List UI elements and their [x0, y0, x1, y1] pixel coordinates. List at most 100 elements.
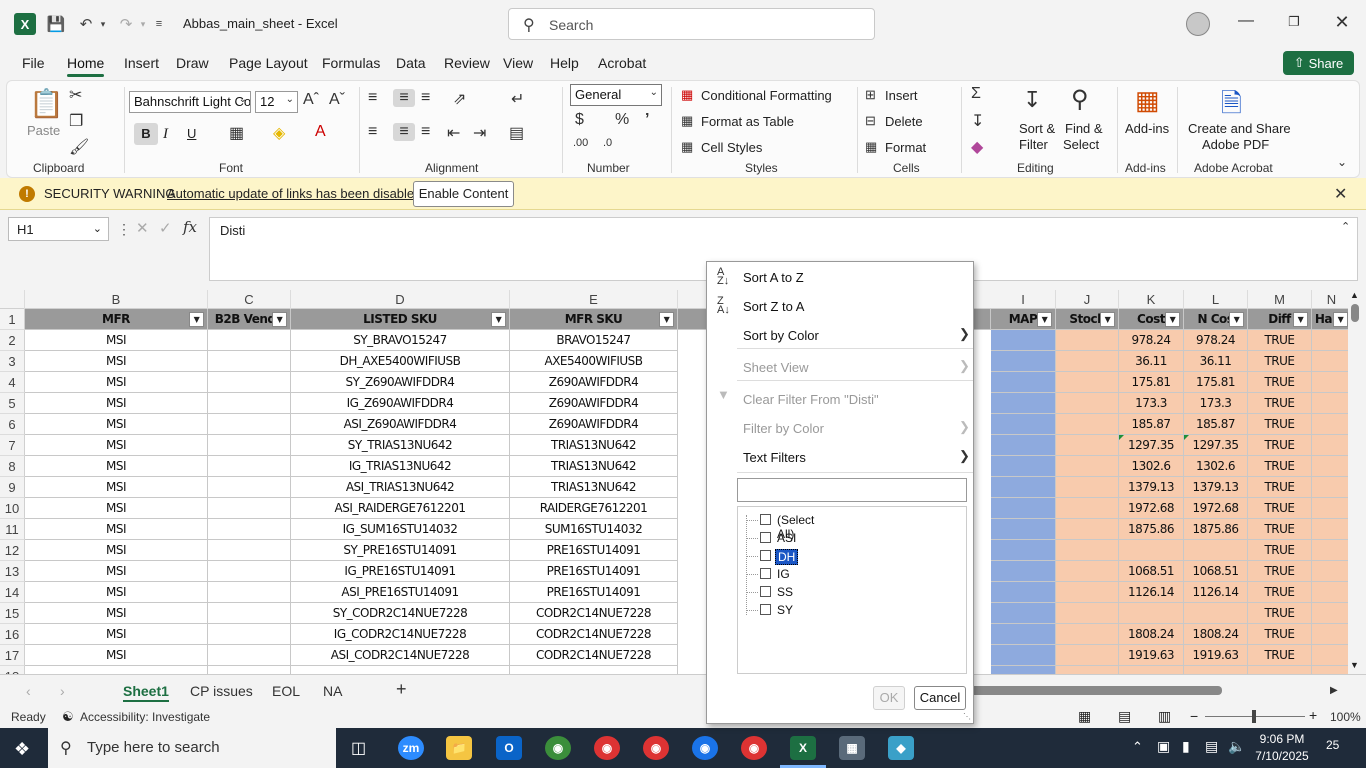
cell-c[interactable] [208, 645, 291, 666]
cell-l[interactable]: 175.81 [1184, 372, 1248, 393]
conditional-formatting-icon[interactable]: ▦ [681, 87, 693, 103]
cell-j[interactable] [1056, 519, 1119, 540]
row-header[interactable]: 13 [0, 561, 25, 582]
taskbar-search-input[interactable]: ⚲ Type here to search [48, 728, 336, 768]
zoom-level[interactable]: 100% [1330, 710, 1361, 724]
row-header[interactable]: 2 [0, 330, 25, 351]
restore-button[interactable]: ❐ [1279, 14, 1309, 38]
cell-k[interactable]: 1379.13 [1119, 477, 1184, 498]
cell-d[interactable]: ASI_TRIAS13NU642 [291, 477, 510, 498]
paste-icon[interactable]: 📋 [29, 87, 64, 120]
align-bottom-icon[interactable]: ≡ [421, 89, 430, 107]
filter-dropdown-icon[interactable]: ▼ [1229, 312, 1244, 327]
cell-k[interactable]: 1297.35 [1119, 435, 1184, 456]
scroll-right-icon[interactable]: ▶ [1330, 685, 1338, 696]
merge-center-icon[interactable]: ▤ [509, 123, 524, 143]
wrap-text-icon[interactable]: ↵ [511, 89, 524, 109]
cell-n[interactable] [1312, 603, 1352, 624]
cell-b[interactable]: MSI [25, 330, 208, 351]
share-button[interactable]: ⇧ Share [1283, 51, 1354, 75]
cell-m[interactable]: TRUE [1248, 624, 1312, 645]
cell-b[interactable]: MSI [25, 477, 208, 498]
cell-j[interactable] [1056, 498, 1119, 519]
cell-d[interactable]: ASI_PRE16STU14091 [291, 582, 510, 603]
delete-cells-icon[interactable]: ⊟ [865, 113, 876, 129]
row-header[interactable]: 11 [0, 519, 25, 540]
tab-data[interactable]: Data [396, 55, 426, 71]
cell-i[interactable] [991, 498, 1056, 519]
cell-e[interactable]: RAIDERGE7612201 [510, 498, 678, 519]
cell-j[interactable] [1056, 414, 1119, 435]
chevron-up-icon[interactable]: ⌃ [1132, 739, 1143, 755]
cell-n[interactable] [1312, 393, 1352, 414]
checkbox[interactable] [760, 604, 771, 615]
calculator-icon[interactable]: ▦ [839, 736, 865, 760]
cell-e[interactable] [510, 666, 678, 674]
column-header-l[interactable]: L [1184, 290, 1248, 309]
cell-e[interactable]: CODR2C14NUE7228 [510, 624, 678, 645]
cell-e[interactable]: TRIAS13NU642 [510, 435, 678, 456]
font-color-icon[interactable]: A [315, 123, 326, 141]
cell-n[interactable] [1312, 666, 1352, 674]
cell-m[interactable]: TRUE [1248, 393, 1312, 414]
column-header-n[interactable]: N [1312, 290, 1352, 309]
cell-l[interactable]: 173.3 [1184, 393, 1248, 414]
ok-button[interactable]: OK [873, 686, 905, 710]
filter-search-input[interactable] [737, 478, 967, 502]
cell-b[interactable]: MSI [25, 519, 208, 540]
search-input[interactable]: ⚲ Search [508, 8, 875, 40]
filter-dropdown-icon[interactable]: ▼ [272, 312, 287, 327]
cell-n[interactable] [1312, 645, 1352, 666]
find-select-label-2[interactable]: Select [1063, 137, 1099, 152]
cell-j[interactable] [1056, 393, 1119, 414]
decrease-decimal-icon[interactable]: .0 [603, 137, 612, 149]
cell-n[interactable] [1312, 414, 1352, 435]
checkbox[interactable] [760, 532, 771, 543]
excel-taskbar-icon[interactable]: X [790, 736, 816, 760]
header-cell-l[interactable]: N Cos ▼ [1184, 309, 1248, 330]
column-header-j[interactable]: J [1056, 290, 1119, 309]
cell-d[interactable]: IG_Z690AWIFDDR4 [291, 393, 510, 414]
format-painter-icon[interactable]: 🖌 [69, 137, 89, 157]
currency-icon[interactable]: $ [575, 111, 584, 129]
align-middle-icon[interactable]: ≡ [393, 89, 415, 107]
cell-j[interactable] [1056, 477, 1119, 498]
cell-e[interactable]: BRAVO15247 [510, 330, 678, 351]
decrease-font-icon[interactable]: Aˇ [329, 91, 345, 109]
row-header[interactable]: 4 [0, 372, 25, 393]
cell-c[interactable] [208, 603, 291, 624]
cell-k[interactable]: 1919.63 [1119, 645, 1184, 666]
row-header[interactable]: 9 [0, 477, 25, 498]
header-cell-e[interactable]: MFR SKU ▼ [510, 309, 678, 330]
checkbox[interactable] [760, 550, 771, 561]
cell-j[interactable] [1056, 582, 1119, 603]
align-center-icon[interactable]: ≡ [393, 123, 415, 141]
normal-view-icon[interactable]: ▦ [1078, 708, 1091, 725]
filter-dropdown-icon[interactable]: ▼ [659, 312, 674, 327]
column-header-e[interactable]: E [510, 290, 678, 309]
sort-filter-label-1[interactable]: Sort & [1019, 121, 1055, 136]
cell-j[interactable] [1056, 540, 1119, 561]
cut-icon[interactable]: ✂ [69, 85, 82, 105]
chrome-icon[interactable]: ◉ [545, 736, 571, 760]
cell-l[interactable] [1184, 603, 1248, 624]
cell-m[interactable]: TRUE [1248, 582, 1312, 603]
cell-l[interactable]: 1379.13 [1184, 477, 1248, 498]
cell-i[interactable] [991, 624, 1056, 645]
cell-b[interactable]: MSI [25, 393, 208, 414]
cell-l[interactable]: 1875.86 [1184, 519, 1248, 540]
cell-d[interactable]: SY_BRAVO15247 [291, 330, 510, 351]
header-cell-m[interactable]: Diff ▼ [1248, 309, 1312, 330]
cell-c[interactable] [208, 435, 291, 456]
delete-cells-button[interactable]: Delete [885, 114, 923, 129]
cell-d[interactable] [291, 666, 510, 674]
row-header[interactable]: 14 [0, 582, 25, 603]
cell-b[interactable]: MSI [25, 498, 208, 519]
cell-b[interactable]: MSI [25, 645, 208, 666]
cell-c[interactable] [208, 330, 291, 351]
row-header[interactable]: 1 [0, 309, 25, 330]
cell-n[interactable] [1312, 624, 1352, 645]
zoom-in-icon[interactable]: + [1309, 707, 1317, 723]
next-sheet-icon[interactable]: › [60, 683, 65, 699]
cell-i[interactable] [991, 603, 1056, 624]
